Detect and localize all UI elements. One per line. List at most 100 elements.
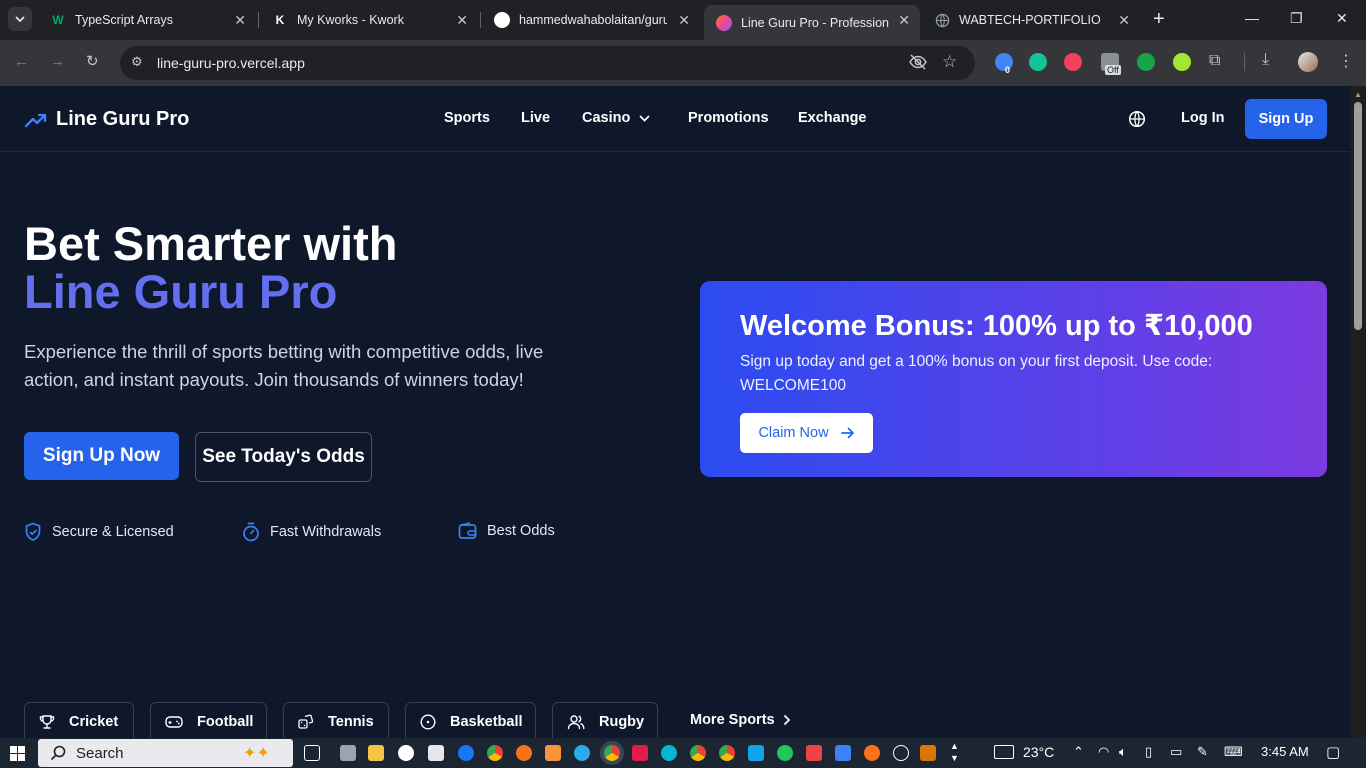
reload-icon[interactable]: ↻: [86, 52, 99, 70]
telegram-icon[interactable]: [574, 745, 590, 761]
nav-sports[interactable]: Sports: [444, 110, 490, 126]
nav-casino[interactable]: Casino: [582, 110, 630, 126]
taskbar-scroll-icon[interactable]: ▲ ▼: [950, 740, 959, 764]
weather-widget-icon[interactable]: [994, 745, 1014, 759]
tab-search-button[interactable]: [8, 7, 32, 31]
close-icon[interactable]: ✕: [456, 12, 468, 29]
login-button[interactable]: Log In: [1181, 110, 1225, 126]
taskbar-search[interactable]: Search ✦✦: [38, 739, 293, 767]
window-close-icon[interactable]: ✕: [1336, 10, 1348, 27]
nav-live[interactable]: Live: [521, 110, 550, 126]
keyboard-icon[interactable]: ⌨: [1224, 744, 1243, 760]
clock[interactable]: 3:45 AM: [1261, 744, 1309, 759]
sport-football[interactable]: Football: [150, 702, 267, 738]
extension-icon[interactable]: [995, 53, 1013, 71]
app-icon[interactable]: [920, 745, 936, 761]
chevron-down-icon: [15, 16, 25, 22]
sport-label: Rugby: [599, 714, 645, 730]
extension-icon[interactable]: [1064, 53, 1082, 71]
notepad-icon[interactable]: [340, 745, 356, 761]
menu-dots-icon[interactable]: ⋮: [1338, 51, 1354, 71]
browser-tab[interactable]: W TypeScript Arrays ✕: [38, 5, 256, 35]
scrollbar-thumb[interactable]: [1354, 102, 1362, 330]
task-view-icon[interactable]: [304, 745, 320, 761]
language-globe-icon[interactable]: [1128, 110, 1146, 128]
browser-tab[interactable]: WABTECH-PORTIFOLIO ✕: [922, 5, 1140, 35]
browser-tab-active[interactable]: Line Guru Pro - Professional ✕: [704, 5, 920, 40]
close-icon[interactable]: ✕: [234, 12, 246, 29]
site-info-icon[interactable]: ⚙: [131, 54, 143, 70]
xampp-icon[interactable]: [545, 745, 561, 761]
grammarly-icon[interactable]: [1029, 53, 1047, 71]
app-icon[interactable]: [632, 745, 648, 761]
weather-temperature[interactable]: 23°C: [1023, 744, 1054, 760]
download-icon[interactable]: ⤓: [1262, 51, 1269, 69]
nav-exchange[interactable]: Exchange: [798, 110, 867, 126]
tab-title: My Kworks - Kwork: [297, 13, 404, 27]
app-icon[interactable]: [893, 745, 909, 761]
wifi-icon[interactable]: ◠: [1098, 744, 1109, 760]
nav-promotions[interactable]: Promotions: [688, 110, 769, 126]
battery-icon[interactable]: ▯: [1145, 744, 1152, 760]
volume-icon[interactable]: 🔈︎: [1119, 744, 1127, 760]
scroll-up-icon[interactable]: ▲: [1354, 90, 1362, 99]
feature-label: Secure & Licensed: [52, 524, 174, 540]
circle-dot-icon: [420, 714, 436, 730]
hero-title-highlight: Line Guru Pro: [24, 265, 338, 318]
avatar[interactable]: [1298, 52, 1318, 72]
sport-rugby[interactable]: Rugby: [552, 702, 658, 738]
sport-cricket[interactable]: Cricket: [24, 702, 134, 738]
github-desktop-icon[interactable]: [398, 745, 414, 761]
page-scrollbar[interactable]: ▲: [1350, 86, 1366, 738]
eye-off-icon[interactable]: [908, 53, 928, 75]
chrome-active-icon[interactable]: [604, 745, 620, 761]
sport-label: Cricket: [69, 714, 119, 730]
site-logo[interactable]: Line Guru Pro: [24, 108, 189, 131]
forward-icon[interactable]: →: [50, 53, 65, 70]
chevron-down-icon[interactable]: [639, 115, 650, 122]
extension-icon[interactable]: [1173, 53, 1191, 71]
bookmark-star-icon[interactable]: ☆: [942, 52, 957, 72]
sport-label: Tennis: [328, 714, 374, 730]
firefox-icon[interactable]: [864, 745, 880, 761]
sport-tennis[interactable]: Tennis: [283, 702, 389, 738]
youtube-icon[interactable]: [806, 745, 822, 761]
extension-icon[interactable]: [1137, 53, 1155, 71]
app-icon[interactable]: [516, 745, 532, 761]
toolbar-divider: [1244, 53, 1245, 71]
back-icon[interactable]: ←: [14, 53, 29, 70]
facebook-icon[interactable]: [458, 745, 474, 761]
windows-start-icon[interactable]: [10, 746, 25, 761]
tray-overflow-icon[interactable]: ⌃: [1073, 744, 1084, 760]
file-explorer-icon[interactable]: [368, 745, 384, 761]
network-icon[interactable]: ▭: [1170, 744, 1182, 760]
extensions-puzzle-icon[interactable]: ⧉: [1209, 52, 1220, 70]
restore-icon[interactable]: ❐: [1290, 10, 1303, 27]
close-icon[interactable]: ✕: [898, 12, 910, 29]
see-odds-button[interactable]: See Today's Odds: [195, 432, 372, 482]
browser-tab[interactable]: hammedwahabolaitan/guru ✕: [482, 5, 700, 35]
chrome-icon[interactable]: [719, 745, 735, 761]
lineguru-icon: [716, 14, 732, 31]
chrome-icon[interactable]: [487, 745, 503, 761]
bonus-title: Welcome Bonus: 100% up to ₹10,000: [740, 310, 1253, 342]
more-sports-link[interactable]: More Sports: [690, 712, 791, 728]
app-icon[interactable]: [835, 745, 851, 761]
claim-now-button[interactable]: Claim Now: [740, 413, 873, 453]
address-bar[interactable]: ⚙ line-guru-pro.vercel.app ☆: [120, 46, 975, 80]
whatsapp-icon[interactable]: [777, 745, 793, 761]
chrome-icon[interactable]: [690, 745, 706, 761]
signup-now-button[interactable]: Sign Up Now: [24, 432, 179, 480]
pen-icon[interactable]: ✎: [1197, 744, 1208, 760]
sport-basketball[interactable]: Basketball: [405, 702, 536, 738]
chatgpt-icon[interactable]: [428, 745, 444, 761]
new-tab-button[interactable]: +: [1153, 8, 1165, 31]
close-icon[interactable]: ✕: [678, 12, 690, 29]
signup-button[interactable]: Sign Up: [1245, 99, 1327, 139]
close-icon[interactable]: ✕: [1118, 12, 1130, 29]
notification-icon[interactable]: ▢: [1326, 743, 1340, 761]
app-icon[interactable]: [661, 745, 677, 761]
minimize-icon[interactable]: —: [1245, 10, 1259, 26]
browser-tab[interactable]: K My Kworks - Kwork ✕: [260, 5, 478, 35]
vscode-icon[interactable]: [748, 745, 764, 761]
